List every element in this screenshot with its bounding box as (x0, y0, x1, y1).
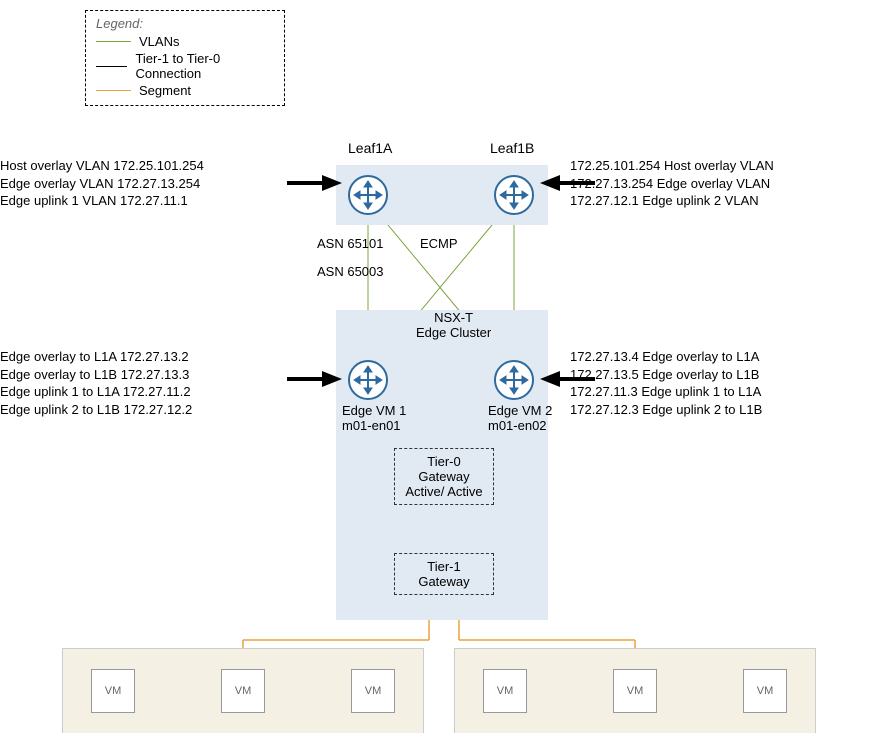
legend-box: Legend: VLANs Tier-1 to Tier-0 Connectio… (85, 10, 285, 106)
leaf1a-label: Leaf1A (348, 140, 392, 156)
callout-line: 172.27.11.3 Edge uplink 1 to L1A (570, 383, 762, 401)
callout-line: 172.27.12.1 Edge uplink 2 VLAN (570, 192, 774, 210)
arrow-left-icon (540, 175, 560, 191)
callout-line: 172.27.13.5 Edge overlay to L1B (570, 366, 762, 384)
legend-item-segment: Segment (96, 83, 274, 98)
edge2-label: Edge VM 2 m01-en02 (488, 403, 552, 433)
vm-segment-left: VM VM VM (62, 648, 424, 733)
legend-item-tier: Tier-1 to Tier-0 Connection (96, 51, 274, 81)
legend-label: Tier-1 to Tier-0 Connection (135, 51, 274, 81)
legend-title: Legend: (96, 16, 274, 31)
callout-line: Edge overlay to L1B 172.27.13.3 (0, 366, 192, 384)
tier1-line2: Gateway (405, 574, 483, 589)
tier0-line1: Tier-0 (405, 454, 483, 469)
tier1-gateway-box: Tier-1 Gateway (394, 553, 494, 595)
arrow-leaf1a (287, 181, 322, 185)
vm-segment-right: VM VM VM (454, 648, 816, 733)
vm-box: VM (743, 669, 787, 713)
vm-box: VM (351, 669, 395, 713)
tier0-line3: Active/ Active (405, 484, 483, 499)
callout-line: Edge uplink 1 to L1A 172.27.11.2 (0, 383, 192, 401)
nsxt-line2: Edge Cluster (416, 325, 491, 340)
leaf1b-label: Leaf1B (490, 140, 534, 156)
arrow-right-icon (322, 371, 342, 387)
vlan-line-icon (96, 41, 131, 42)
nsxt-line1: NSX-T (416, 310, 491, 325)
asn-65003-label: ASN 65003 (317, 264, 384, 279)
segment-line-icon (96, 90, 131, 91)
edge1-name: Edge VM 1 (342, 403, 406, 418)
tier1-line1: Tier-1 (405, 559, 483, 574)
leaf1b-callout: 172.25.101.254 Host overlay VLAN 172.27.… (570, 157, 774, 210)
tier-line-icon (96, 66, 127, 67)
router-icon-leaf1b (494, 175, 534, 215)
callout-line: 172.27.13.254 Edge overlay VLAN (570, 175, 774, 193)
nsxt-label: NSX-T Edge Cluster (416, 310, 491, 340)
arrow-edge2 (560, 377, 595, 381)
router-icon-edge2 (494, 360, 534, 400)
callout-line: Host overlay VLAN 172.25.101.254 (0, 157, 204, 175)
router-icon-leaf1a (348, 175, 388, 215)
vm-box: VM (221, 669, 265, 713)
vm-box: VM (613, 669, 657, 713)
edge1-label: Edge VM 1 m01-en01 (342, 403, 406, 433)
vm-box: VM (91, 669, 135, 713)
legend-label: VLANs (139, 34, 179, 49)
legend-label: Segment (139, 83, 191, 98)
arrow-left-icon (540, 371, 560, 387)
leaf1a-callout: Host overlay VLAN 172.25.101.254 Edge ov… (0, 157, 204, 210)
arrow-edge1 (287, 377, 322, 381)
callout-line: Edge overlay to L1A 172.27.13.2 (0, 348, 192, 366)
edge1-id: m01-en01 (342, 418, 406, 433)
callout-line: Edge overlay VLAN 172.27.13.254 (0, 175, 204, 193)
tier0-gateway-box: Tier-0 Gateway Active/ Active (394, 448, 494, 505)
callout-line: 172.27.13.4 Edge overlay to L1A (570, 348, 762, 366)
callout-line: Edge uplink 2 to L1B 172.27.12.2 (0, 401, 192, 419)
arrow-right-icon (322, 175, 342, 191)
edge2-id: m01-en02 (488, 418, 552, 433)
ecmp-label: ECMP (420, 236, 458, 251)
tier0-line2: Gateway (405, 469, 483, 484)
edge1-callout: Edge overlay to L1A 172.27.13.2 Edge ove… (0, 348, 192, 418)
arrow-leaf1b (560, 181, 595, 185)
legend-item-vlan: VLANs (96, 34, 274, 49)
vm-box: VM (483, 669, 527, 713)
callout-line: 172.27.12.3 Edge uplink 2 to L1B (570, 401, 762, 419)
edge2-callout: 172.27.13.4 Edge overlay to L1A 172.27.1… (570, 348, 762, 418)
edge2-name: Edge VM 2 (488, 403, 552, 418)
router-icon-edge1 (348, 360, 388, 400)
callout-line: Edge uplink 1 VLAN 172.27.11.1 (0, 192, 204, 210)
callout-line: 172.25.101.254 Host overlay VLAN (570, 157, 774, 175)
asn-65101-label: ASN 65101 (317, 236, 384, 251)
